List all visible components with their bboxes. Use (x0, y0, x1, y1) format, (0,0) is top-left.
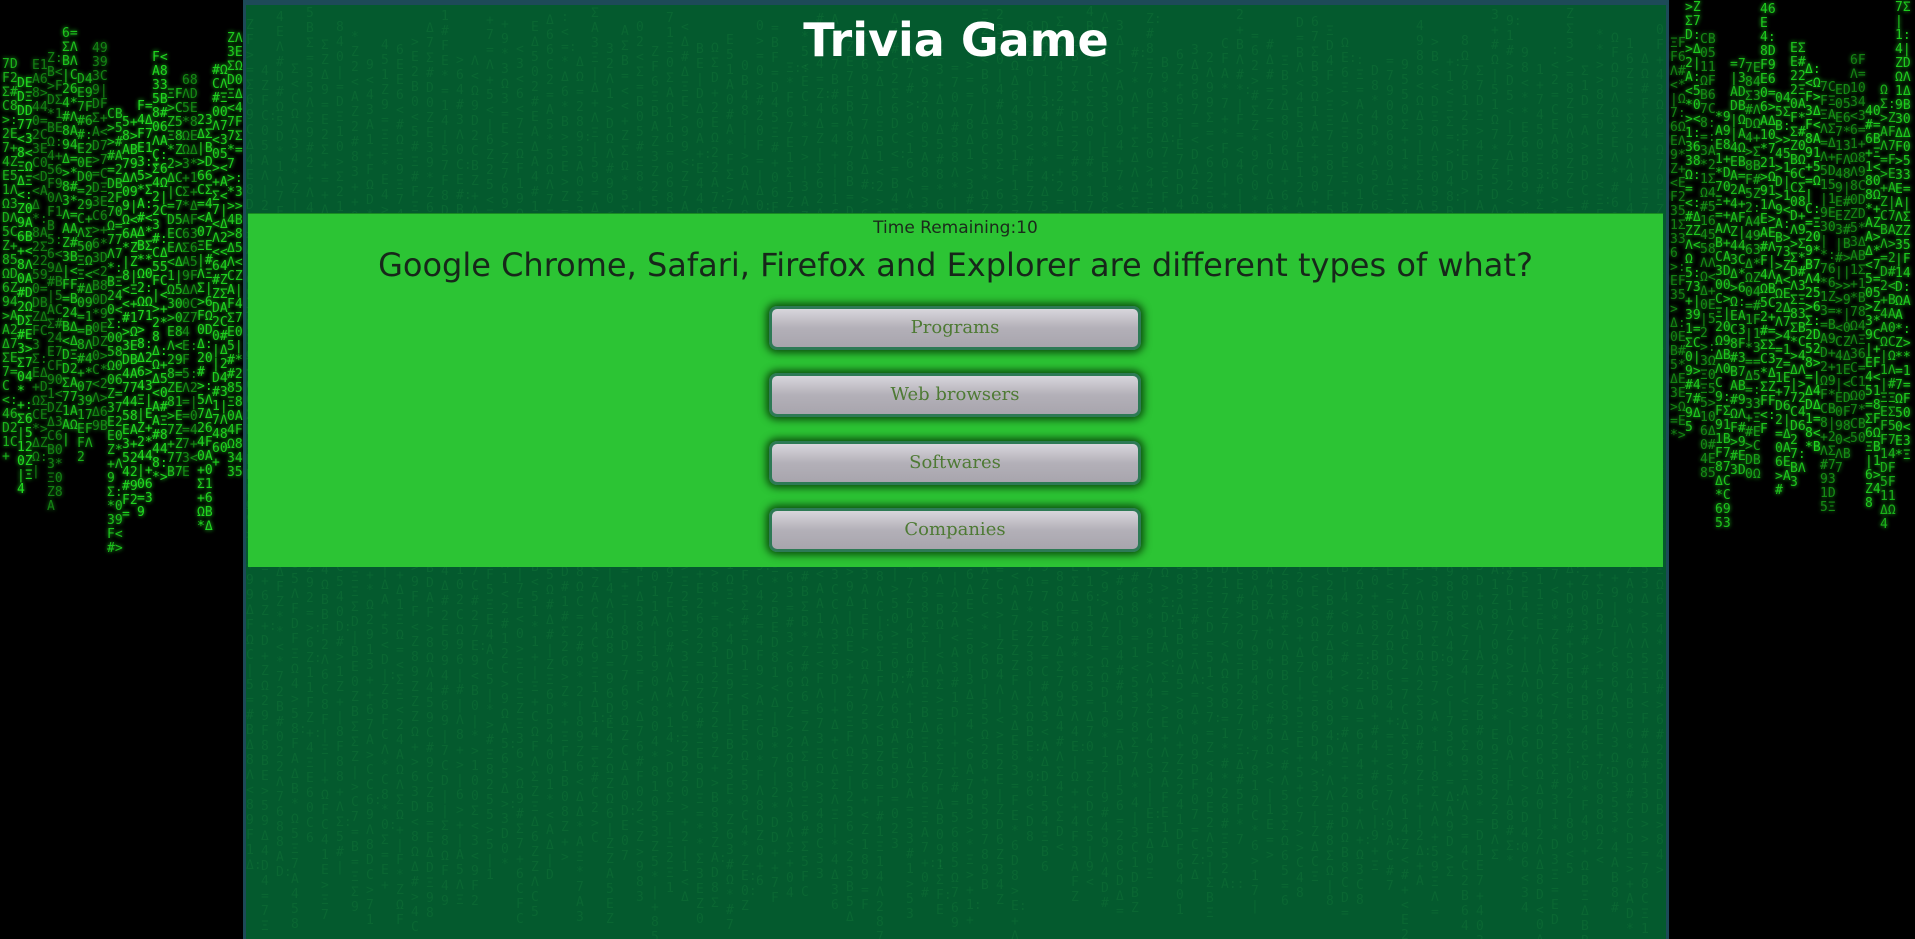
matrix-rain-column: 40#=6B+Ξ1<808Ω*+AZA>Δ*<75=05>Z3*9C|+EF4<… (1865, 104, 1881, 511)
matrix-rain-column: 46E4:8DF9E60=6>AΔ10*721>Ω911ΛE>AE#ΛF|4ΛΩ… (1760, 2, 1776, 437)
matrix-rain-column: Z:B<>FDΣ*1BEΩ:4+56F90ΛF1B5:6<9Δ#B|5ACΣ#2… (47, 51, 63, 514)
matrix-rain-column: 6FΛ=1034<36=1+Ω8Λ98C0DZD5*3ΔAB1Σ+1*B78Ω4… (1850, 53, 1866, 446)
time-remaining: Time Remaining:10 (873, 218, 1038, 238)
matrix-rain-column: ΞFF6Λ#<*|Ω7:6ΩEΛ9*Z+<EF2351Σ336>:EF35>Δ:… (1670, 36, 1686, 443)
matrix-background-left: 7DF2Σ#C8>:2E7+4ZE51ΛΩ3DΛ5CZ+85ΩD6Z94>AA2… (0, 0, 245, 939)
matrix-rain-column: ΩΣ:>ZAFΛ7=F>E+AZ|C7BAΛ>=2D#2<+B4AA0ΩC|Ω1… (1880, 83, 1896, 532)
matrix-rain-column: CB>5>##A=2DB2F70Ω=77Λ7*:BΞ240<Σ:0058Ω006… (107, 107, 123, 556)
matrix-rain-column: DEDΞDD77<38<ΞΩΔΞ<:Z09A6B+<8Λ0A#D2ΩDΣ#E3>… (17, 76, 33, 497)
matrix-rain-column: EΣE#222Ξ0AF*Σ#Z0BΩ6CCΣ08D+Λ9>ΣΣ*D#Λ3ΣΞ83… (1790, 41, 1806, 490)
matrix-rain-column: 6=ΣΛBΛ|C264*#Λ8A94Δ=>*8#3*Λ=AAZ#3B|<FF=B… (62, 26, 78, 447)
page: 7DF2Σ#C8>:2E7+4ZE51ΛΩ3DΛ5CZ+85ΩD6Z94>AA2… (0, 0, 1915, 939)
matrix-rain-column: CB0511ΩFB67C8:=:3A*21ΣΩ4#5164558ΛΛΩ<Δ+0E… (1700, 32, 1716, 481)
page-title: Trivia Game (803, 13, 1109, 67)
matrix-rain-column: 7DF2Σ#C8>:2E7+4ZE51ΛΩ3DΛ5CZ+85ΩD6Z94>AA2… (2, 57, 18, 464)
matrix-rain-column: E1A68>440=2C3EC0<D<AΔ*:8A2Σ22590=DBZΔFC3… (32, 58, 48, 479)
matrix-rain-column: Δ:<ΩF>3ΔF<8A91+5=Ω|C:=Ξ209*B7Λ425>6Σ:2D5… (1805, 62, 1821, 455)
matrix-rain-column: 49393C9|DFΣ+A<D7>7=CDΞ3EC6>+6*3D<2B80D*9… (92, 41, 108, 434)
matrix-rain-column: =7|3ADDB|Ω|A4ΩEBA=2A4+AFZ|443CΔ*>6Ω:EAC3… (1730, 57, 1746, 478)
answer-button-web-browsers[interactable]: Web browsers (769, 373, 1141, 417)
matrix-rain-column: ED05E67*13FΛ489|E#EZ3#|B#>||>>>9*|<0CZ4Δ… (1835, 83, 1851, 476)
matrix-rain-column: 7E84Σ3#ΛDΩ4+>Σ8BF#5Z2:A44963Δ*ΩZ04=#1F|1… (1745, 61, 1761, 482)
matrix-rain-column: 5+8>AB79ΔΛ099|Ω<6A*Z|Z8|<Ξ<+#1>Ω3EDB4A77… (122, 115, 138, 522)
matrix-background-right: ΞFF6Λ#<*|Ω7:6ΩEΛ9*Z+<EF2351Σ336>:EF35>Δ:… (1668, 0, 1915, 939)
matrix-rain-column: F=4ΔF7E13::5>*ΣA:#<Δ*BΣ**Ω02:ΩΩ71>8:Δ26>… (137, 99, 161, 520)
matrix-rain-column: 23ΔΣ|B>D66CΣ=4<A07ΞE|#ΛΞΣ|>6FΩ0DΔ:20#>:5… (197, 113, 213, 534)
matrix-rain-column: >ZΣ7D:>Δ2|A:<5*0><1:3638Ω:=<:#ΔZZΛ<Ω5:73… (1685, 0, 1701, 435)
answer-button-softwares[interactable]: Softwares (769, 441, 1141, 485)
question-text: Google Chrome, Safari, Firefox and Explo… (378, 246, 1533, 284)
matrix-rain-column: #ΩCΛ#Ξ00Λ7<305><+AΣ<7|<ΔΛ2<<64#ZZΣDA2C0#… (212, 63, 228, 470)
matrix-rain-column: 7CFΞΞAΛΣ=ΔΛ+5D15|19E30|*:76*61Z3==BA9D+2… (1820, 80, 1836, 515)
matrix-rain-column: 045ΣB:>>45>1D|>19<A:B>73>ZA<ΩE2ΔΛ7>4=1Z=… (1775, 91, 1791, 498)
matrix-rain-column: F<A8335B8#06ΛAC:Σ64Ω2|2C3#:CΔ55FC|<>+2*8… (152, 50, 168, 485)
answer-button-programs[interactable]: Programs (769, 306, 1141, 350)
matrix-rain-column: ZΛ3EΣΩD0ΞΔ<47F7Σ*=7>:*3>>4B>8Δ5Λ<CZA|F4Σ… (227, 31, 243, 480)
matrix-rain-column: 68ΛD5E*8ΩEΩΔ3*+1Σ+*ΔAF63Σ6A59FΔΛ0CZ74E:F… (182, 73, 198, 480)
answer-button-companies[interactable]: Companies (769, 508, 1141, 552)
matrix-rain-column: D4E97F#6#:E20ED0=229C+ΛΣ50ΞΩΞ<#Δ09=1=B8Λ… (77, 72, 93, 465)
matrix-rain-column: ΞF>CZ5Ξ8*Z2>ΔC|C=7D5ECEΛ<Δ1|Ω530>0E8Λ<29… (167, 87, 183, 480)
question-area: Time Remaining:10 Google Chrome, Safari,… (248, 213, 1663, 567)
matrix-rain-column: 7Σ|1:4|ZDΩΛ1Δ9B30ΔΔF0>533E=A|ΛΣZZ35|F14D… (1895, 0, 1911, 463)
matrix-rain-column: *9A9E81+*D70Ξ+=+AΛB+CA3D00C>Ξ|20Ω9ΔBΛ0C9… (1715, 110, 1731, 531)
